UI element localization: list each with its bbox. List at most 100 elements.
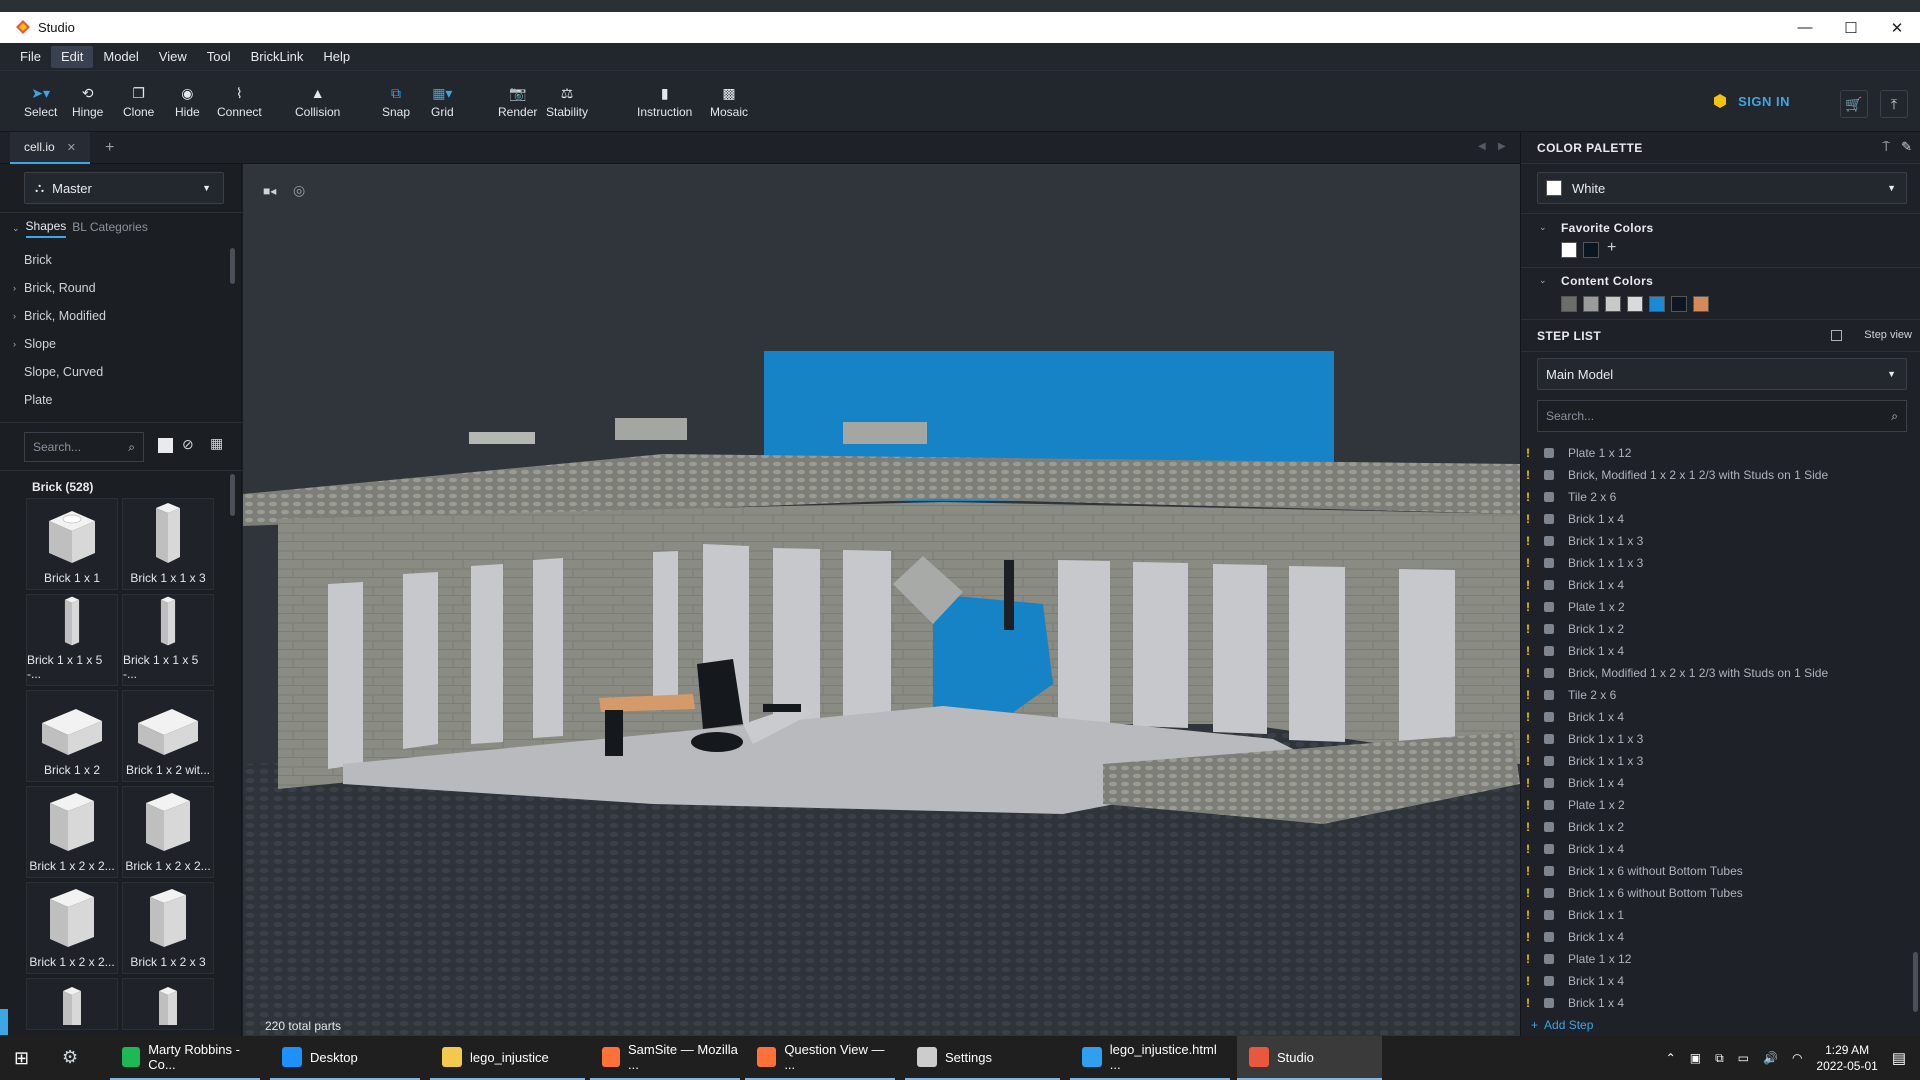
tab-cell-io[interactable]: cell.io ✕	[10, 132, 90, 164]
hinge-tool-button[interactable]: ⟲ Hinge	[72, 85, 103, 120]
step-row[interactable]: ! Tile 2 x 6	[1521, 684, 1916, 706]
tab-shapes[interactable]: Shapes	[25, 219, 67, 238]
content-color-swatch[interactable]	[1671, 296, 1687, 312]
step-search-input[interactable]: Search... ⌕	[1537, 400, 1907, 432]
part-tile[interactable]: Brick 1 x 2	[26, 690, 118, 782]
step-row[interactable]: ! Plate 1 x 2	[1521, 794, 1916, 816]
step-row[interactable]: ! Brick 1 x 4	[1521, 508, 1916, 530]
step-row[interactable]: ! Brick 1 x 1	[1521, 904, 1916, 926]
tray-app-icon[interactable]: ⧉	[1715, 1051, 1724, 1066]
step-row[interactable]: ! Plate 1 x 12	[1521, 948, 1916, 970]
content-color-swatch[interactable]	[1605, 296, 1621, 312]
grid-tool-button[interactable]: ▦▾ Grid	[431, 85, 454, 120]
snap-tool-button[interactable]: ⧉ Snap	[382, 85, 410, 120]
step-row[interactable]: ! Brick 1 x 1 x 3	[1521, 552, 1916, 574]
taskbar-item[interactable]: Marty Robbins - Co...	[110, 1036, 260, 1080]
parts-scrollbar[interactable]	[230, 474, 235, 516]
cart-icon[interactable]: 🛒	[1840, 90, 1868, 118]
menu-model[interactable]: Model	[93, 46, 148, 68]
step-model-dropdown[interactable]: Main Model ▼	[1537, 358, 1907, 390]
content-color-swatch[interactable]	[1693, 296, 1709, 312]
category-item[interactable]: Brick	[10, 246, 230, 274]
menu-tool[interactable]: Tool	[197, 46, 241, 68]
step-row[interactable]: ! Plate 1 x 12	[1521, 442, 1916, 464]
add-favorite-color-button[interactable]: +	[1607, 239, 1616, 257]
hide-tool-button[interactable]: ◉ Hide	[175, 85, 200, 120]
category-item[interactable]: › Brick, Round	[10, 274, 230, 302]
connect-tool-button[interactable]: ⌇ Connect	[217, 85, 262, 120]
step-row[interactable]: ! Brick 1 x 4	[1521, 992, 1916, 1014]
collision-tool-button[interactable]: ▲ Collision	[295, 85, 340, 119]
volume-icon[interactable]: 🔊	[1763, 1051, 1778, 1065]
menu-file[interactable]: File	[10, 46, 51, 68]
select-tool-button[interactable]: ➤▾ Select	[24, 85, 57, 120]
category-item[interactable]: › Brick, Modified	[10, 302, 230, 330]
maximize-button[interactable]: ☐	[1828, 12, 1874, 43]
step-row[interactable]: ! Brick 1 x 6 without Bottom Tubes	[1521, 882, 1916, 904]
step-row[interactable]: ! Brick 1 x 4	[1521, 772, 1916, 794]
tab-scroll-left-icon[interactable]: ◀	[1478, 141, 1486, 152]
part-tile[interactable]: Brick 1 x 1 x 5 -...	[122, 594, 214, 686]
step-row[interactable]: ! Brick, Modified 1 x 2 x 1 2/3 with Stud…	[1521, 662, 1916, 684]
part-tile[interactable]: Brick 1 x 2 x 2...	[26, 882, 118, 974]
taskbar-item[interactable]: lego_injustice	[430, 1036, 585, 1080]
content-color-swatch[interactable]	[1649, 296, 1665, 312]
step-list-scrollbar[interactable]	[1913, 952, 1918, 1012]
render-tool-button[interactable]: 📷 Render	[498, 85, 537, 120]
content-color-swatch[interactable]	[1627, 296, 1643, 312]
part-tile[interactable]: Brick 1 x 1	[26, 498, 118, 590]
view-large-icon[interactable]	[158, 438, 173, 453]
mosaic-tool-button[interactable]: ▩ Mosaic	[710, 85, 748, 120]
paint-roller-icon[interactable]: ⍑	[1882, 139, 1890, 155]
collapse-icon[interactable]: ⌄	[1539, 275, 1547, 286]
menu-edit[interactable]: Edit	[50, 45, 94, 68]
step-row[interactable]: ! Brick 1 x 4	[1521, 640, 1916, 662]
part-tile[interactable]: Brick 1 x 1 x 3	[122, 498, 214, 590]
part-tile[interactable]	[26, 978, 118, 1030]
steam-icon[interactable]: ⚙	[62, 1047, 78, 1068]
taskbar-item[interactable]: Desktop	[270, 1036, 420, 1080]
tab-bl-categories[interactable]: BL Categories	[72, 220, 148, 237]
step-row[interactable]: ! Brick 1 x 2	[1521, 816, 1916, 838]
windows-start-icon[interactable]: ⊞	[14, 1048, 29, 1069]
step-row[interactable]: ! Brick 1 x 4	[1521, 706, 1916, 728]
part-tile[interactable]: Brick 1 x 2 x 3	[122, 882, 214, 974]
taskbar-item[interactable]: SamSite — Mozilla ...	[590, 1036, 740, 1080]
part-tile[interactable]: Brick 1 x 1 x 5 -...	[26, 594, 118, 686]
panel-resize-handle[interactable]	[0, 1009, 8, 1035]
close-window-button[interactable]: ✕	[1874, 12, 1920, 43]
color-select-dropdown[interactable]: White ▼	[1537, 172, 1907, 204]
step-row[interactable]: ! Plate 1 x 2	[1521, 596, 1916, 618]
step-row[interactable]: ! Brick 1 x 2	[1521, 618, 1916, 640]
step-row[interactable]: ! Brick 1 x 6 without Bottom Tubes	[1521, 860, 1916, 882]
eyedropper-icon[interactable]: ✎	[1901, 139, 1912, 155]
sign-in-button[interactable]: SIGN IN	[1712, 93, 1790, 109]
add-tab-button[interactable]: +	[105, 139, 114, 157]
parts-search-input[interactable]: Search... ⌕	[24, 432, 144, 462]
taskbar-item[interactable]: Settings	[905, 1036, 1060, 1080]
wifi-icon[interactable]: ◠	[1792, 1051, 1802, 1065]
step-row[interactable]: ! Brick 1 x 4	[1521, 926, 1916, 948]
step-row[interactable]: ! Brick 1 x 1 x 3	[1521, 750, 1916, 772]
step-row[interactable]: ! Tile 2 x 6	[1521, 486, 1916, 508]
stability-tool-button[interactable]: ⚖ Stability	[546, 85, 588, 120]
instruction-tool-button[interactable]: ▮ Instruction	[637, 85, 692, 120]
step-row[interactable]: ! Brick, Modified 1 x 2 x 1 2/3 with Stud…	[1521, 464, 1916, 486]
part-tile[interactable]	[122, 978, 214, 1030]
category-item[interactable]: Slope, Curved	[10, 358, 230, 386]
content-color-swatch[interactable]	[1583, 296, 1599, 312]
part-tile[interactable]: Brick 1 x 2 x 2...	[26, 786, 118, 878]
add-step-button[interactable]: + Add Step	[1531, 1018, 1593, 1032]
minimize-button[interactable]: —	[1782, 12, 1828, 43]
collapse-icon[interactable]: ⌄	[1539, 222, 1547, 233]
menu-view[interactable]: View	[149, 46, 197, 68]
color-filter-icon[interactable]: ⊘	[182, 436, 194, 453]
category-item[interactable]: › Slope	[10, 330, 230, 358]
part-tile[interactable]: Brick 1 x 2 wit...	[122, 690, 214, 782]
model-select-dropdown[interactable]: ⛬ Master ▼	[24, 172, 224, 204]
tab-scroll-right-icon[interactable]: ▶	[1498, 141, 1506, 152]
category-item[interactable]: Plate	[10, 386, 230, 414]
upload-icon[interactable]: ⤒	[1880, 90, 1908, 118]
battery-icon[interactable]: ▭	[1738, 1051, 1749, 1065]
step-view-checkbox[interactable]	[1831, 330, 1842, 341]
